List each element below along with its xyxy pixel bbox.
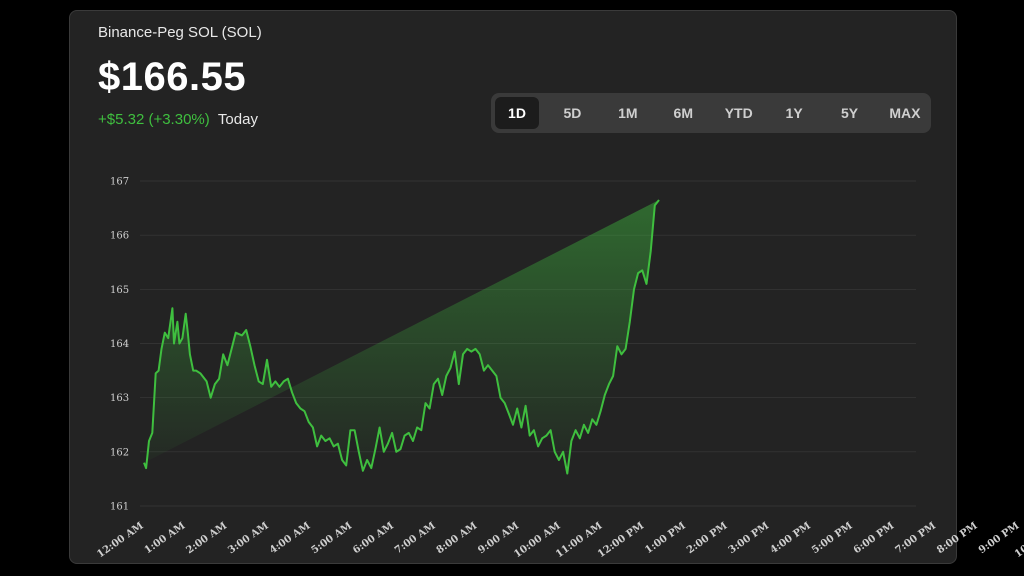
x-tick-label: 7:00 PM (894, 520, 939, 556)
x-tick-label: 8:00 PM (935, 520, 980, 556)
y-tick-label: 165 (110, 285, 129, 296)
x-tick-label: 5:00 PM (810, 520, 855, 556)
y-tick-label: 161 (110, 502, 129, 513)
x-tick-label: 6:00 PM (852, 520, 897, 556)
x-tick-label: 1:00 AM (143, 520, 188, 556)
x-tick-label: 11:00 AM (554, 520, 604, 560)
y-tick-label: 163 (110, 393, 129, 404)
y-tick-label: 167 (110, 177, 129, 188)
y-tick-label: 162 (110, 447, 129, 458)
x-tick-label: 2:00 PM (685, 520, 730, 556)
x-tick-label: 3:00 AM (226, 520, 271, 556)
x-tick-label: 2:00 AM (184, 520, 229, 556)
x-tick-label: 6:00 AM (351, 520, 396, 556)
x-tick-label: 4:00 PM (768, 520, 813, 556)
x-tick-label: 3:00 PM (727, 520, 772, 556)
x-tick-label: 1:00 PM (643, 520, 688, 556)
x-tick-label: 12:00 PM (596, 520, 646, 560)
x-tick-label: 5:00 AM (310, 520, 355, 556)
x-tick-label: 7:00 AM (393, 520, 438, 556)
y-tick-label: 166 (110, 231, 129, 242)
x-tick-label: 4:00 AM (268, 520, 313, 556)
price-chart: 161162163164165166167 12:00 AM1:00 AM2:0… (95, 177, 1024, 561)
x-tick-label: 12:00 AM (95, 520, 145, 560)
y-tick-label: 164 (110, 339, 129, 350)
x-tick-label: 8:00 AM (435, 520, 480, 556)
